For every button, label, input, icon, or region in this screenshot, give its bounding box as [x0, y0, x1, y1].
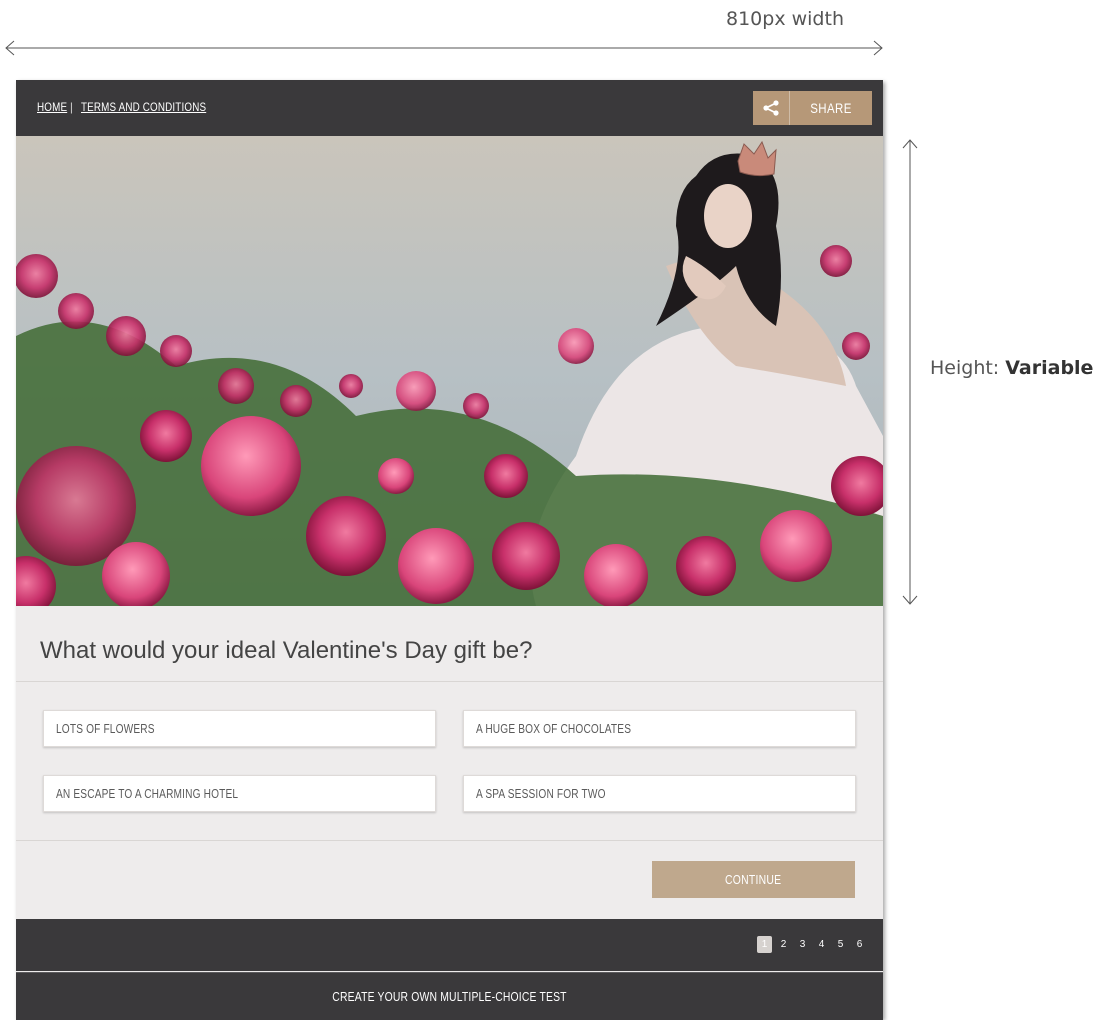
share-label: SHARE — [810, 100, 852, 116]
height-arrow-icon — [902, 139, 918, 605]
create-test-link[interactable]: CREATE YOUR OWN MULTIPLE-CHOICE TEST — [16, 972, 883, 1020]
breadcrumb: HOME | TERMS AND CONDITIONS — [37, 100, 234, 114]
page-number[interactable]: 6 — [852, 936, 867, 953]
option-button[interactable]: A HUGE BOX OF CHOCOLATES — [463, 710, 856, 747]
page-number[interactable]: 4 — [814, 936, 829, 953]
footer-label: CREATE YOUR OWN MULTIPLE-CHOICE TEST — [332, 989, 567, 1004]
pagination: 1 2 3 4 5 6 — [757, 936, 867, 953]
terms-link[interactable]: TERMS AND CONDITIONS — [81, 100, 206, 114]
page-number[interactable]: 1 — [757, 936, 772, 953]
share-button[interactable]: SHARE — [753, 91, 872, 125]
option-label: LOTS OF FLOWERS — [56, 721, 155, 736]
breadcrumb-separator: | — [69, 100, 74, 114]
option-label: A HUGE BOX OF CHOCOLATES — [476, 721, 632, 736]
height-label-value: Variable — [1005, 357, 1094, 379]
height-label-prefix: Height: — [930, 357, 1006, 379]
option-button[interactable]: A SPA SESSION FOR TWO — [463, 775, 856, 812]
hero-image — [16, 136, 883, 606]
divider — [16, 840, 883, 841]
option-button[interactable]: LOTS OF FLOWERS — [43, 710, 436, 747]
option-label: AN ESCAPE TO A CHARMING HOTEL — [56, 786, 239, 801]
page-number[interactable]: 2 — [776, 936, 791, 953]
page-number[interactable]: 5 — [833, 936, 848, 953]
share-icon — [753, 91, 790, 125]
option-button[interactable]: AN ESCAPE TO A CHARMING HOTEL — [43, 775, 436, 812]
continue-button[interactable]: CONTINUE — [652, 861, 855, 898]
quiz-widget: HOME | TERMS AND CONDITIONS SHARE What w… — [16, 80, 883, 1020]
question-text: What would your ideal Valentine's Day gi… — [40, 637, 533, 664]
page-number[interactable]: 3 — [795, 936, 810, 953]
width-annotation-label: 810px width — [726, 8, 844, 30]
hero-illustration — [16, 136, 883, 606]
continue-label: CONTINUE — [725, 872, 782, 887]
height-annotation-label: Height: Variable — [930, 357, 1093, 379]
top-bar: HOME | TERMS AND CONDITIONS SHARE — [16, 80, 883, 136]
pagination-bar: 1 2 3 4 5 6 — [16, 919, 883, 971]
home-link[interactable]: HOME — [37, 100, 67, 114]
width-arrow-icon — [5, 40, 883, 56]
option-label: A SPA SESSION FOR TWO — [476, 786, 606, 801]
divider — [16, 681, 883, 682]
